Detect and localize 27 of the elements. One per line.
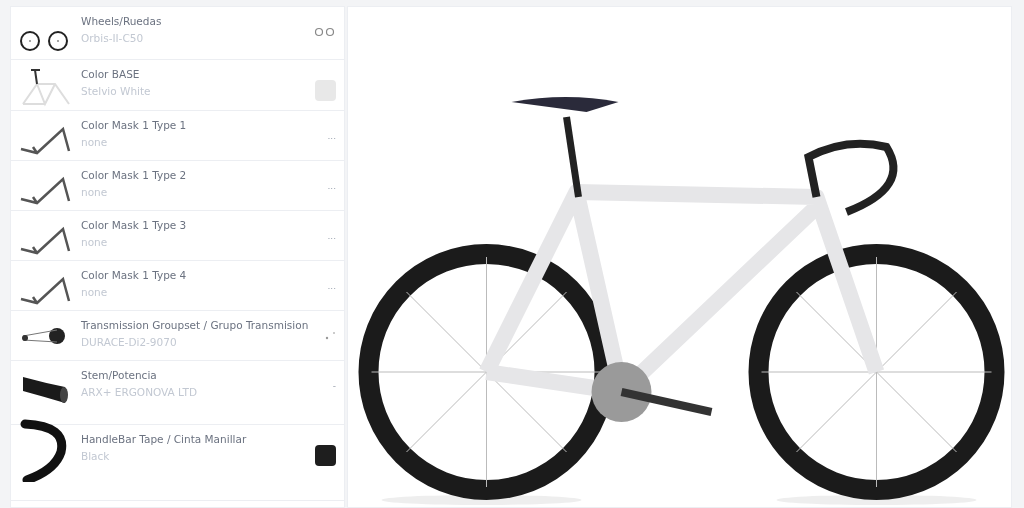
option-title[interactable]: Color BASE (81, 68, 308, 80)
option-title[interactable]: Color Mask 1 Type 4 (81, 269, 308, 281)
more-indicator: - (332, 381, 336, 391)
option-title[interactable]: HandleBar Tape / Cinta Manillar (81, 433, 308, 445)
option-value: Black (81, 450, 111, 462)
more-indicator: ... (327, 181, 336, 191)
option-value: DURACE-Di2-9070 (81, 336, 178, 348)
wheel-circles-icon (314, 27, 336, 37)
option-value: Stelvio White (81, 85, 152, 97)
more-indicator: ... (327, 231, 336, 241)
option-value: none (81, 186, 109, 198)
option-title[interactable]: Color Mask 1 Type 3 (81, 219, 308, 231)
option-value: none (81, 136, 109, 148)
option-title[interactable]: Transmission Groupset / Grupo Transmision (81, 319, 309, 331)
option-title[interactable]: Color Mask 1 Type 1 (81, 119, 308, 131)
option-title[interactable]: Stem/Potencia (81, 369, 308, 381)
option-title[interactable]: Wheels/Ruedas (81, 15, 308, 27)
more-indicator: ... (327, 131, 336, 141)
option-value: none (81, 236, 109, 248)
option-value: none (81, 286, 109, 298)
more-indicator: ... (327, 281, 336, 291)
option-value: Orbis-II-C50 (81, 32, 145, 44)
color-swatch[interactable] (315, 445, 336, 466)
groupset-icon (21, 327, 67, 345)
wheels-icon (19, 30, 69, 52)
option-title[interactable]: Color Mask 1 Type 2 (81, 169, 308, 181)
option-value: ARX+ ERGONOVA LTD (81, 386, 198, 398)
